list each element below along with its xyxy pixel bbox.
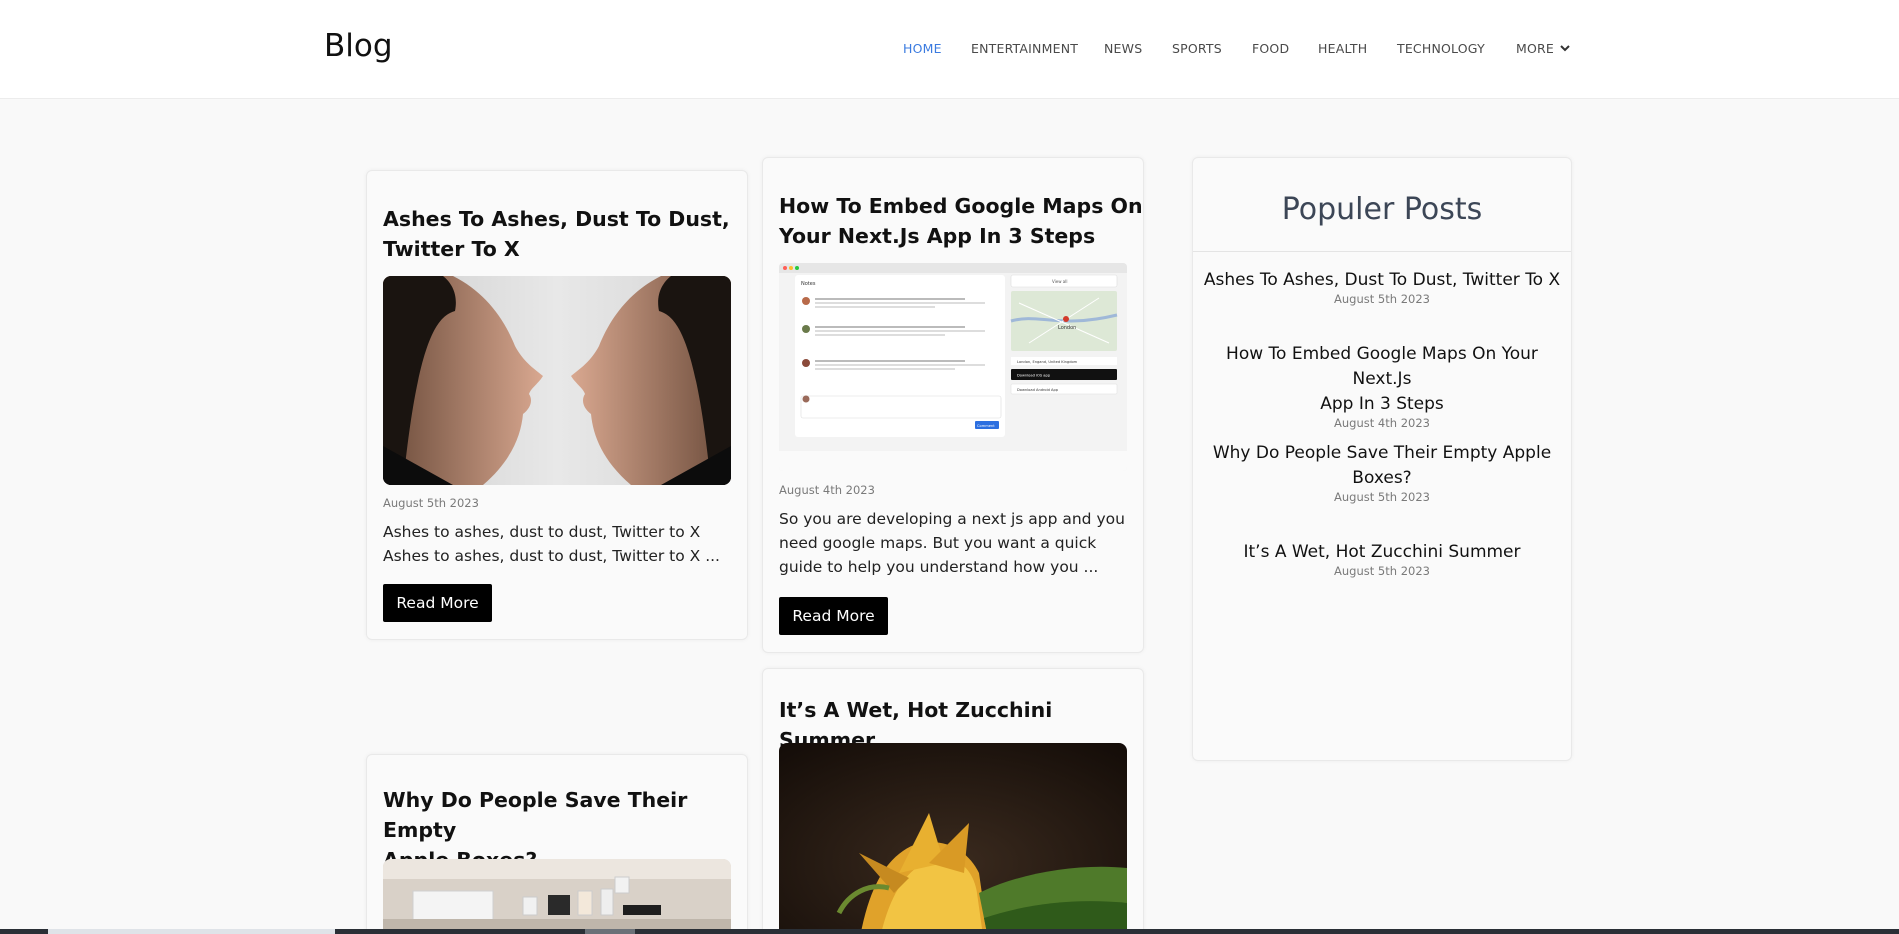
post-card: Ashes To Ashes, Dust To Dust, Twitter To… — [366, 170, 748, 640]
popular-post-title: Boxes? — [1352, 468, 1412, 488]
nav-technology[interactable]: TECHNOLOGY — [1397, 41, 1485, 56]
nav-more[interactable]: MORE — [1516, 41, 1570, 56]
sidebar-divider — [1193, 251, 1571, 252]
post-title-line: Ashes To Ashes, Dust To Dust, — [383, 207, 730, 231]
nav-health[interactable]: HEALTH — [1318, 41, 1367, 56]
read-more-button[interactable]: Read More — [779, 597, 888, 635]
chevron-down-icon — [1560, 45, 1570, 52]
screenshot-view-all: View all — [1052, 279, 1067, 284]
post-image-zucchini[interactable] — [779, 743, 1127, 934]
read-more-button[interactable]: Read More — [383, 584, 492, 622]
post-card: It’s A Wet, Hot Zucchini Summer — [762, 668, 1144, 934]
nav-food[interactable]: FOOD — [1252, 41, 1289, 56]
popular-post-title: Ashes To Ashes, Dust To Dust, Twitter To… — [1203, 270, 1561, 290]
nav-home[interactable]: HOME — [903, 41, 942, 56]
post-excerpt: So you are developing a next js app and … — [779, 510, 1125, 576]
popular-post-item[interactable]: Why Do People Save Their Empty Apple Box… — [1203, 441, 1561, 504]
post-title-line: How To Embed Google Maps On — [779, 194, 1143, 218]
bottom-taskbar — [0, 929, 1899, 934]
post-card: Why Do People Save Their Empty Apple Box… — [366, 754, 748, 934]
nav-news[interactable]: NEWS — [1104, 41, 1142, 56]
taskbar-segment — [48, 929, 335, 934]
site-logo[interactable]: Blog — [324, 28, 393, 64]
post-excerpt: Ashes to ashes, dust to dust, Twitter to… — [383, 523, 720, 565]
screenshot-location: London, Engand, United Kingdom — [1017, 360, 1078, 364]
popular-post-date: August 5th 2023 — [1334, 292, 1430, 306]
screenshot-download-android: Download Android App — [1017, 388, 1059, 392]
popular-posts-sidebar: Populer Posts Ashes To Ashes, Dust To Du… — [1192, 157, 1572, 761]
popular-post-date: August 5th 2023 — [1334, 490, 1430, 504]
popular-post-item[interactable]: It’s A Wet, Hot Zucchini Summer August 5… — [1203, 540, 1561, 578]
post-image-apple-boxes[interactable] — [383, 859, 731, 934]
post-title-line: Twitter To X — [383, 237, 520, 261]
screenshot-map-label: London — [1058, 325, 1076, 331]
screenshot-comment-button: Comment — [977, 424, 995, 428]
post-date: August 4th 2023 — [779, 483, 875, 497]
screenshot-panel-title: Notes — [801, 281, 816, 287]
screenshot-download-ios: Download iOS app — [1017, 374, 1051, 378]
post-image-two-faces[interactable] — [383, 276, 731, 485]
sidebar-title: Populer Posts — [1281, 192, 1483, 227]
site-header: Blog HOME ENTERTAINMENT NEWS SPORTS FOOD… — [0, 0, 1899, 99]
popular-post-date: August 4th 2023 — [1334, 416, 1430, 430]
post-image-app-screenshot[interactable]: Notes Comment View all London London, En… — [779, 263, 1127, 471]
popular-post-title: It’s A Wet, Hot Zucchini Summer — [1243, 542, 1521, 562]
popular-post-title: App In 3 Steps — [1320, 394, 1444, 414]
post-title-line: Your Next.Js App In 3 Steps — [779, 224, 1096, 248]
nav-entertainment[interactable]: ENTERTAINMENT — [971, 41, 1078, 56]
nav-sports[interactable]: SPORTS — [1172, 41, 1222, 56]
post-title[interactable]: How To Embed Google Maps On Your Next.Js… — [779, 191, 1143, 251]
popular-post-title: How To Embed Google Maps On Your Next.Js — [1226, 344, 1538, 389]
popular-post-date: August 5th 2023 — [1334, 564, 1430, 578]
post-title[interactable]: Ashes To Ashes, Dust To Dust, Twitter To… — [383, 204, 730, 264]
post-card: How To Embed Google Maps On Your Next.Js… — [762, 157, 1144, 653]
popular-post-title: Why Do People Save Their Empty Apple — [1212, 443, 1552, 463]
popular-post-item[interactable]: How To Embed Google Maps On Your Next.Js… — [1203, 342, 1561, 430]
post-title-line: Why Do People Save Their Empty — [383, 788, 688, 842]
post-date: August 5th 2023 — [383, 496, 479, 510]
nav-more-label: MORE — [1516, 41, 1555, 56]
popular-post-item[interactable]: Ashes To Ashes, Dust To Dust, Twitter To… — [1203, 268, 1561, 306]
taskbar-segment — [585, 929, 635, 934]
